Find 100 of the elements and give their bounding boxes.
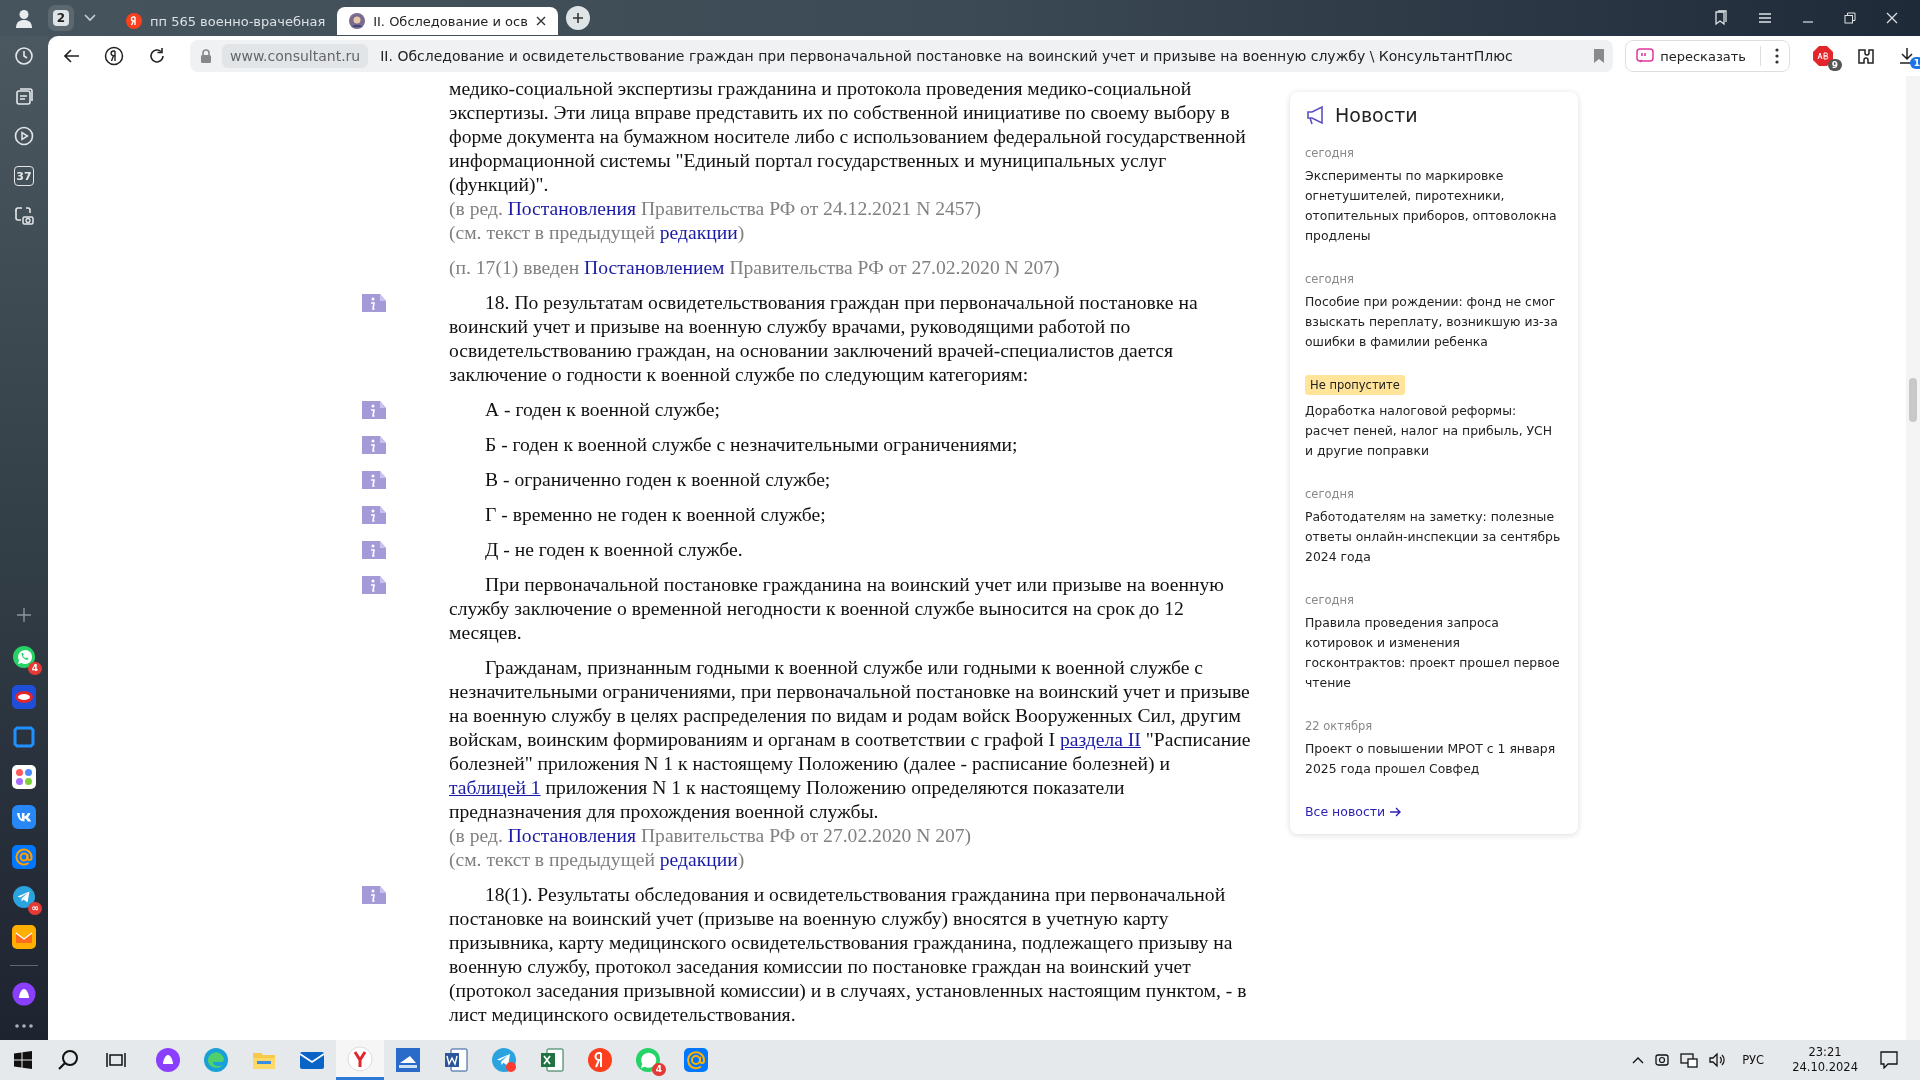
camera-icon[interactable] — [1654, 1052, 1671, 1068]
envelope-app-icon[interactable] — [12, 925, 36, 949]
ring-app-icon[interactable] — [12, 685, 36, 709]
site-icon — [349, 13, 366, 29]
document-app-icon[interactable] — [443, 1047, 469, 1073]
paragraph: Д - не годен к военной службе. — [484, 538, 744, 562]
bookmarks-icon[interactable] — [1712, 10, 1728, 26]
clock-icon[interactable] — [14, 46, 34, 66]
paragraph: В - ограниченно годен к военной службе; — [484, 468, 832, 492]
info-icon[interactable] — [360, 575, 388, 595]
link[interactable]: таблицей 1 — [449, 777, 541, 798]
news-headline[interactable]: Эксперименты по маркировке огнетушителей, пиротехники, отопительных приборов, оптоволокна продлены — [1305, 166, 1563, 246]
paragraph: 18(1). Результаты обследования и освидетельствования гражданина при первоначальной постановке на воинский учет (призыве на военную службу) вносятся в учетную карту призывника, карту медицинского освидетельствования гражданина, подлежащего призыву на военную службу, протокол заседания комиссии по постановке граждан на воинский учет (протокол заседания призывной комиссии) и в случаях, установленных настоящим пунктом, - в лист медицинского освидетельствования. — [449, 883, 1248, 1027]
news-title: Новости — [1335, 104, 1418, 126]
paragraph: 18. По результатам освидетельствования граждан при первоначальной постановке на воинский учет и призыве на военную службу врачами, руководящими работой по освидетельствованию граждан, на основании заключений врачей-специалистов дается заключение о годности к военной службе по следующим категориям: — [449, 291, 1199, 387]
yandex-icon[interactable] — [587, 1047, 613, 1073]
amendment-note: (см. текст в предыдущей редакции) — [449, 221, 746, 245]
at-sign-icon[interactable] — [683, 1047, 709, 1073]
menu-icon[interactable] — [1758, 12, 1772, 24]
new-tab-button[interactable] — [565, 6, 590, 30]
task-view-icon[interactable] — [106, 1051, 126, 1069]
all-news-link[interactable]: Все новости — [1305, 804, 1402, 819]
network-icon[interactable] — [1680, 1052, 1699, 1068]
back-icon[interactable] — [64, 49, 80, 63]
page-title: II. Обследование и освидетельствование граждан при первоначальной постановке на воинский учет и призыве на военную службу \ КонсультантПлюс — [380, 48, 1514, 64]
info-icon[interactable] — [360, 293, 388, 313]
profile-icon[interactable] — [14, 8, 34, 28]
retell-button[interactable]: пересказать — [1625, 40, 1790, 72]
info-icon[interactable] — [360, 885, 388, 905]
bookmark-icon[interactable] — [1593, 48, 1606, 64]
scrollbar[interactable] — [1906, 76, 1920, 1040]
info-icon[interactable] — [360, 435, 388, 455]
info-icon[interactable] — [360, 540, 388, 560]
clock-date[interactable]: 24.10.2024 — [1792, 1060, 1858, 1075]
yandex-browser-icon[interactable] — [347, 1045, 373, 1072]
link[interactable]: редакции — [659, 222, 738, 243]
paragraph: Б - годен к военной службе с незначительными ограничениями; — [484, 433, 1019, 457]
speaker-icon[interactable] — [1708, 1052, 1727, 1068]
whatsapp-icon[interactable] — [12, 645, 36, 669]
info-icon[interactable] — [360, 505, 388, 525]
link[interactable]: Постановления — [507, 825, 637, 846]
screenshot-icon[interactable] — [14, 206, 34, 226]
domain-label: www.consultant.ru — [222, 44, 369, 68]
language-indicator[interactable]: РУС — [1742, 1053, 1765, 1067]
dots-app-icon[interactable] — [12, 765, 36, 789]
link[interactable]: Постановлением — [584, 257, 725, 278]
address-bar[interactable]: www.consultant.ru II. Обследование и освидетельствование граждан при первоначальной постановке на воинский учет и призыве на военную службу \ КонсультантПлюс — [190, 40, 1614, 72]
tag: Не пропустите — [1305, 375, 1405, 395]
more-icon[interactable] — [15, 1024, 33, 1028]
link[interactable]: редакции — [659, 849, 738, 870]
restore-icon[interactable] — [1844, 12, 1856, 24]
link[interactable]: Постановления — [507, 198, 637, 219]
stop-sign-icon[interactable] — [1812, 45, 1834, 67]
amendment-note: (см. текст в предыдущей редакции) — [449, 848, 746, 872]
yandex-logo-icon[interactable] — [104, 46, 124, 66]
scanner-icon[interactable] — [395, 1047, 421, 1073]
download-icon[interactable] — [1898, 47, 1916, 65]
notification-badge: ∞ — [28, 902, 42, 915]
news-headline[interactable]: Правила проведения запроса котировок и изменения госконтрактов: проект прошел первое чтение — [1305, 613, 1563, 693]
windows-icon[interactable] — [14, 1051, 32, 1069]
info-icon[interactable] — [360, 400, 388, 420]
news-headline[interactable]: Пособие при рождении: фонд не смог взыскать переплату, возникшую из-за ошибки в фамилии ребенка — [1305, 292, 1563, 352]
notification-badge: 4 — [28, 662, 42, 675]
vk-app-icon[interactable] — [12, 805, 36, 829]
chevron-up-icon[interactable] — [1632, 1056, 1645, 1064]
notification-icon[interactable] — [1880, 1051, 1898, 1069]
paragraph: При первоначальной постановке гражданина на воинский учет или призыве на военную службу заключение о временной негодности к военной службе выносится на срок до 12 месяцев. — [449, 573, 1225, 645]
calendar-icon[interactable]: 37 — [14, 166, 34, 186]
clock-time[interactable]: 23:21 — [1808, 1045, 1842, 1060]
tab-counter[interactable]: 2 — [48, 5, 74, 31]
reload-icon[interactable] — [148, 47, 166, 65]
news-date: 22 октября — [1305, 719, 1373, 733]
news-headline[interactable]: Работодателям на заметку: полезные ответы онлайн-инспекции за сентябрь 2024 года — [1305, 507, 1563, 567]
browser-tab[interactable]: пп 565 военно-врачебная — [114, 7, 338, 35]
info-icon[interactable] — [360, 470, 388, 490]
notification-badge: 9 — [1828, 59, 1842, 71]
frame-app-icon[interactable] — [12, 725, 36, 749]
amendment-note: (в ред. Постановления Правительства РФ от 27.02.2020 N 207) — [449, 824, 973, 848]
news-headline[interactable]: Доработка налоговой реформы: расчет пеней, налог на прибыль, УСН и другие поправки — [1305, 401, 1563, 461]
extensions-icon[interactable] — [1856, 46, 1876, 66]
play-icon[interactable] — [14, 126, 34, 146]
plus-icon[interactable] — [16, 607, 32, 623]
plus-icon — [571, 12, 584, 24]
search-icon[interactable] — [58, 1049, 80, 1071]
chevron-down-icon[interactable] — [84, 14, 96, 22]
spreadsheet-app-icon[interactable] — [539, 1047, 565, 1073]
scrollbar-thumb[interactable] — [1909, 378, 1917, 422]
news-date: сегодня — [1305, 272, 1354, 286]
close-icon[interactable] — [535, 16, 546, 26]
amendment-note: (в ред. Постановления Правительства РФ от 24.12.2021 N 2457) — [449, 197, 982, 221]
telegram-icon[interactable] — [12, 885, 36, 909]
collections-icon[interactable] — [14, 86, 34, 106]
news-headline[interactable]: Проект о повышении МРОТ с 1 января 2025 года прошел Совфед — [1305, 739, 1563, 779]
yandex-icon — [126, 13, 142, 29]
link[interactable]: раздела II — [1059, 729, 1141, 750]
notification-badge: 1 — [1910, 57, 1920, 69]
news-date: сегодня — [1305, 593, 1354, 607]
at-sign-icon[interactable] — [12, 845, 36, 869]
browser-tab[interactable]: II. Обследование и осв — [337, 7, 558, 35]
assistant-icon[interactable] — [12, 982, 36, 1006]
